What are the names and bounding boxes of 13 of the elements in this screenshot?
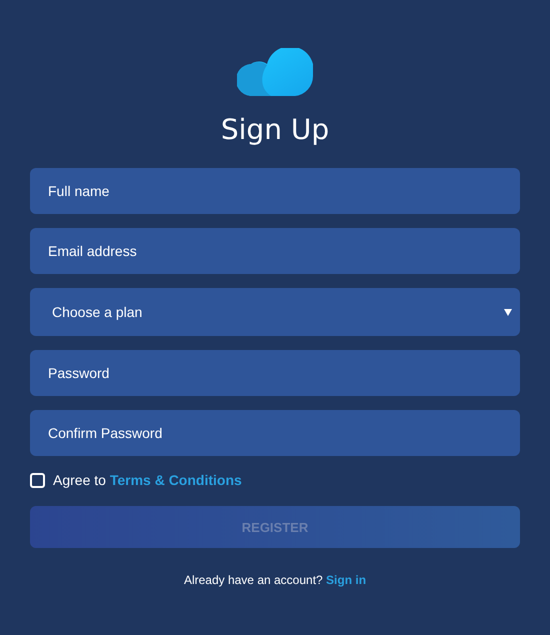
plan-select[interactable]: Choose a plan — [30, 288, 520, 336]
signin-link[interactable]: Sign in — [326, 573, 366, 587]
agree-checkbox[interactable] — [30, 472, 45, 488]
input-field[interactable]: Confirm Password — [30, 410, 520, 456]
caret-icon — [504, 308, 512, 316]
signin-prompt: Already have an account? Sign in — [184, 573, 366, 587]
input-field[interactable]: Email address — [30, 228, 520, 274]
terms-link[interactable]: Terms & Conditions — [110, 472, 242, 488]
input-field[interactable]: Full name — [30, 168, 520, 214]
input-field[interactable]: Password — [30, 350, 520, 396]
page-title: Sign Up — [220, 112, 330, 148]
cloud-logo-icon — [237, 48, 313, 96]
agree-label: Agree to Terms & Conditions — [53, 472, 242, 488]
